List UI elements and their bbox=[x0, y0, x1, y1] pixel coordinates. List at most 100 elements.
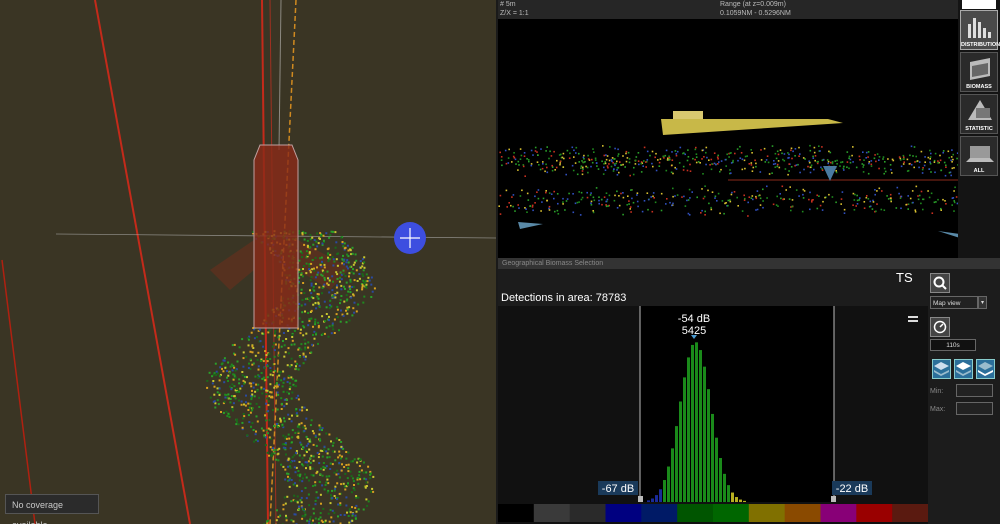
min-label: Min: bbox=[930, 388, 944, 395]
detections-summary: Detections in area: 78783 bbox=[501, 292, 626, 304]
biomass-panel: Geographical Biomass Selection TS Detect… bbox=[498, 258, 1000, 524]
time-window-field[interactable]: 110s bbox=[930, 339, 976, 351]
swath-marker-icon[interactable] bbox=[938, 231, 958, 239]
map-canvas[interactable] bbox=[0, 0, 496, 524]
layer-bottom-button[interactable] bbox=[976, 359, 995, 379]
color-scale bbox=[498, 504, 928, 522]
range-values: 0.1059NM - 0.5296NM bbox=[720, 10, 791, 17]
color-scale-swatch bbox=[569, 504, 606, 522]
color-scale-swatch bbox=[713, 504, 750, 522]
track-line bbox=[94, 0, 191, 524]
histogram-bar bbox=[667, 466, 670, 502]
echogram-canvas[interactable] bbox=[498, 19, 958, 258]
track-line bbox=[1, 259, 36, 524]
histogram-bar bbox=[675, 426, 678, 502]
echo-returns bbox=[498, 144, 958, 217]
biomass-label: BIOMASS bbox=[966, 84, 992, 90]
map-view[interactable]: No coverage available bbox=[0, 0, 496, 524]
zoom-button[interactable] bbox=[930, 273, 950, 293]
histogram-bar bbox=[727, 485, 730, 502]
detections-value: 78783 bbox=[595, 292, 627, 304]
statistic-icon bbox=[968, 100, 992, 120]
all-label: ALL bbox=[973, 168, 985, 174]
histogram-bar bbox=[711, 413, 714, 502]
histogram-bar bbox=[743, 500, 746, 502]
color-scale-swatch bbox=[605, 504, 642, 522]
vessel-cabin bbox=[673, 111, 703, 119]
layers-bottom-icon bbox=[978, 362, 993, 376]
histogram-bar bbox=[679, 401, 682, 502]
histogram-bar bbox=[707, 389, 710, 502]
selection-area[interactable] bbox=[253, 144, 299, 329]
histogram-bar bbox=[651, 498, 654, 502]
layer-top-button[interactable] bbox=[954, 359, 973, 379]
layers-icon bbox=[934, 362, 949, 376]
biomass-button[interactable]: BIOMASS bbox=[960, 52, 998, 92]
histogram-bar bbox=[719, 458, 722, 502]
layers-top-icon bbox=[956, 362, 971, 376]
max-label: Max: bbox=[930, 406, 946, 413]
histogram-bar bbox=[659, 489, 662, 502]
histogram-bar bbox=[715, 437, 718, 502]
view-toolbar: DISTRIBUTION BIOMASS STATISTIC ALL bbox=[958, 0, 1000, 258]
ts-histogram[interactable]: -54 dB 5425 -67 dB -22 dB bbox=[498, 306, 928, 524]
view-select[interactable]: Map view bbox=[930, 296, 978, 309]
histogram-bar bbox=[683, 377, 686, 502]
color-scale-swatch bbox=[533, 504, 571, 522]
echogram-view[interactable]: # 5m Z/X = 1:1 Range (at z=0.009m) 0.105… bbox=[498, 0, 958, 258]
histogram-bar bbox=[687, 357, 690, 502]
histogram-bar bbox=[671, 448, 674, 502]
histogram-bar bbox=[703, 366, 706, 502]
distribution-icon bbox=[968, 18, 991, 38]
depth-label: # 5m bbox=[500, 1, 516, 8]
timer-button[interactable] bbox=[930, 317, 950, 337]
color-scale-swatch bbox=[677, 504, 714, 522]
range-label: Range (at z=0.009m) bbox=[720, 1, 786, 8]
histogram-bar bbox=[699, 350, 702, 502]
toolbar-header bbox=[962, 0, 996, 9]
zoom-label: Z/X = 1:1 bbox=[500, 10, 529, 17]
histogram-bar bbox=[735, 497, 738, 502]
max-input[interactable] bbox=[956, 402, 993, 415]
max-db-label: -22 dB bbox=[836, 483, 868, 495]
min-db-label: -67 dB bbox=[602, 483, 634, 495]
histogram-bar bbox=[655, 495, 658, 502]
depth-marker-icon[interactable] bbox=[823, 166, 837, 181]
coverage-status: No coverage available bbox=[5, 494, 99, 524]
histogram-bar bbox=[647, 500, 650, 502]
timer-icon bbox=[933, 320, 947, 334]
color-scale-swatch bbox=[892, 504, 928, 522]
biomass-icon bbox=[970, 58, 990, 80]
min-input[interactable] bbox=[956, 384, 993, 397]
chevron-down-icon[interactable]: ▾ bbox=[978, 296, 987, 309]
color-scale-swatch bbox=[641, 504, 678, 522]
detections-label: Detections in area: bbox=[501, 292, 593, 304]
all-icon bbox=[966, 146, 994, 162]
histogram-bar bbox=[695, 342, 698, 502]
all-button[interactable]: ALL bbox=[960, 136, 998, 176]
color-scale-swatch bbox=[856, 504, 893, 522]
color-scale-swatch bbox=[820, 504, 857, 522]
distribution-label: DISTRIBUTION bbox=[961, 42, 1000, 48]
color-scale-swatch bbox=[784, 504, 821, 522]
color-scale-swatch bbox=[498, 504, 535, 522]
track-line bbox=[278, 0, 282, 151]
histogram-bar bbox=[663, 480, 666, 502]
min-slider-handle[interactable] bbox=[638, 496, 643, 502]
distribution-button[interactable]: DISTRIBUTION bbox=[960, 10, 1000, 50]
statistic-label: STATISTIC bbox=[965, 126, 993, 132]
peak-db-label: -54 dB bbox=[678, 313, 710, 325]
histogram-bar bbox=[723, 473, 726, 502]
layer-all-button[interactable] bbox=[932, 359, 951, 379]
color-scale-swatch bbox=[748, 504, 786, 522]
statistic-button[interactable]: STATISTIC bbox=[960, 94, 998, 134]
histogram-bar bbox=[691, 344, 694, 502]
max-slider-handle[interactable] bbox=[831, 496, 836, 502]
vessel-icon bbox=[661, 119, 843, 135]
panel-title: Geographical Biomass Selection bbox=[498, 258, 1000, 269]
swath-marker-icon[interactable] bbox=[518, 222, 543, 229]
histogram-bar bbox=[731, 492, 734, 502]
echogram-header: # 5m Z/X = 1:1 Range (at z=0.009m) 0.105… bbox=[498, 0, 958, 19]
sonar-fan bbox=[210, 240, 254, 290]
mode-label: TS bbox=[896, 270, 913, 285]
